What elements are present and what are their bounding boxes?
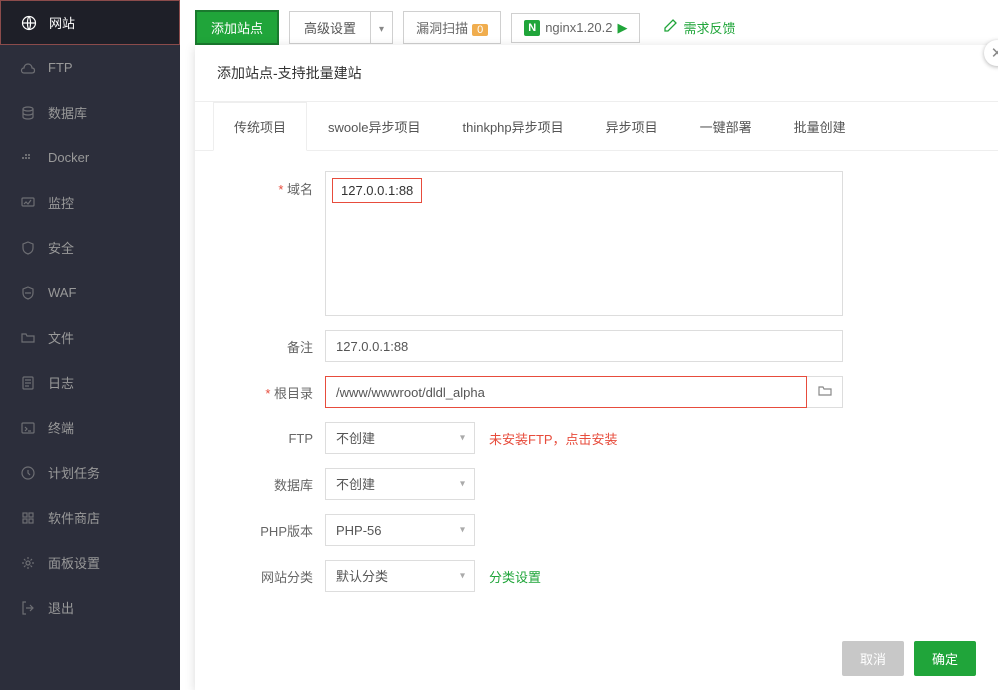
database-icon: [20, 105, 36, 121]
nginx-icon: N: [524, 20, 540, 36]
sidebar-item-terminal[interactable]: 终端: [0, 405, 180, 450]
sidebar-item-waf[interactable]: WAF: [0, 270, 180, 315]
add-site-button[interactable]: 添加站点: [195, 10, 279, 45]
tab-deploy[interactable]: 一键部署: [679, 102, 773, 151]
close-icon: ✕: [991, 44, 998, 62]
sidebar-item-label: 终端: [48, 418, 74, 437]
docker-icon: [20, 150, 36, 166]
modal-footer: 取消 确定: [195, 627, 998, 690]
sidebar-item-label: 安全: [48, 238, 74, 257]
chevron-down-icon: ▾: [379, 24, 384, 35]
sidebar-item-logs[interactable]: 日志: [0, 360, 180, 405]
folder-icon: [20, 330, 36, 346]
waf-icon: [20, 285, 36, 301]
ftp-label: FTP: [225, 431, 325, 446]
gear-icon: [20, 555, 36, 571]
sidebar-item-label: Docker: [48, 150, 89, 165]
sidebar-item-label: 退出: [48, 598, 74, 617]
domain-value: 127.0.0.1:88: [332, 178, 422, 203]
form: 域名 127.0.0.1:88 备注 根目录 FTP 不创建▾ 未安装FTP，点…: [195, 151, 998, 626]
sidebar-item-security[interactable]: 安全: [0, 225, 180, 270]
sidebar-item-label: 面板设置: [48, 553, 100, 572]
sidebar: 网站 FTP 数据库 Docker 监控 安全 WAF 文件 日志 终端 计划任…: [0, 0, 180, 690]
sidebar-item-logout[interactable]: 退出: [0, 585, 180, 630]
ftp-select[interactable]: 不创建: [325, 422, 475, 454]
play-icon: ▶: [617, 20, 627, 36]
category-select[interactable]: 默认分类: [325, 560, 475, 592]
category-settings-link[interactable]: 分类设置: [489, 567, 541, 586]
sidebar-item-label: 监控: [48, 193, 74, 212]
sidebar-item-store[interactable]: 软件商店: [0, 495, 180, 540]
root-label: 根目录: [225, 383, 325, 402]
add-site-modal: ✕ 添加站点-支持批量建站 传统项目 swoole异步项目 thinkphp异步…: [195, 45, 998, 690]
nginx-button[interactable]: Nnginx1.20.2▶: [511, 13, 640, 43]
sidebar-item-ftp[interactable]: FTP: [0, 45, 180, 90]
tab-thinkphp[interactable]: thinkphp异步项目: [441, 102, 584, 151]
db-label: 数据库: [225, 475, 325, 494]
sidebar-item-label: FTP: [48, 60, 73, 75]
sidebar-item-label: 日志: [48, 373, 74, 392]
note-input[interactable]: [325, 330, 843, 362]
modal-tabs: 传统项目 swoole异步项目 thinkphp异步项目 异步项目 一键部署 批…: [195, 102, 998, 151]
store-icon: [20, 510, 36, 526]
ftp-warning[interactable]: 未安装FTP，点击安装: [489, 429, 618, 448]
ftp-icon: [20, 60, 36, 76]
modal-title: 添加站点-支持批量建站: [195, 45, 998, 102]
globe-icon: [21, 15, 37, 31]
sidebar-item-settings[interactable]: 面板设置: [0, 540, 180, 585]
clock-icon: [20, 465, 36, 481]
domain-label: 域名: [225, 171, 325, 198]
monitor-icon: [20, 195, 36, 211]
sidebar-item-label: 数据库: [48, 103, 87, 122]
logout-icon: [20, 600, 36, 616]
terminal-icon: [20, 420, 36, 436]
note-label: 备注: [225, 337, 325, 356]
advanced-caret-button[interactable]: ▾: [371, 11, 393, 44]
root-input[interactable]: [325, 376, 807, 408]
edit-icon: [662, 18, 678, 37]
tab-batch[interactable]: 批量创建: [773, 102, 867, 151]
category-label: 网站分类: [225, 567, 325, 586]
sidebar-item-label: 文件: [48, 328, 74, 347]
domain-textarea[interactable]: 127.0.0.1:88: [325, 171, 843, 316]
tab-async[interactable]: 异步项目: [585, 102, 679, 151]
shield-icon: [20, 240, 36, 256]
tab-traditional[interactable]: 传统项目: [213, 102, 307, 151]
sidebar-item-label: 软件商店: [48, 508, 100, 527]
advanced-button[interactable]: 高级设置: [289, 11, 371, 44]
sidebar-item-database[interactable]: 数据库: [0, 90, 180, 135]
php-label: PHP版本: [225, 521, 325, 540]
feedback-link[interactable]: 需求反馈: [662, 18, 735, 37]
sidebar-item-docker[interactable]: Docker: [0, 135, 180, 180]
cancel-button[interactable]: 取消: [842, 641, 904, 676]
folder-icon: [817, 383, 833, 402]
toolbar: 添加站点 高级设置 ▾ 漏洞扫描0 Nnginx1.20.2▶ 需求反馈: [195, 10, 735, 45]
sidebar-item-cron[interactable]: 计划任务: [0, 450, 180, 495]
confirm-button[interactable]: 确定: [914, 641, 976, 676]
sidebar-item-label: 计划任务: [48, 463, 100, 482]
php-select[interactable]: PHP-56: [325, 514, 475, 546]
scan-count-badge: 0: [472, 24, 488, 36]
folder-browse-button[interactable]: [807, 376, 843, 408]
scan-button[interactable]: 漏洞扫描0: [403, 11, 501, 44]
sidebar-item-files[interactable]: 文件: [0, 315, 180, 360]
sidebar-item-label: WAF: [48, 285, 76, 300]
tab-swoole[interactable]: swoole异步项目: [307, 102, 441, 151]
sidebar-item-website[interactable]: 网站: [0, 0, 180, 45]
log-icon: [20, 375, 36, 391]
sidebar-item-label: 网站: [49, 13, 75, 32]
db-select[interactable]: 不创建: [325, 468, 475, 500]
sidebar-item-monitor[interactable]: 监控: [0, 180, 180, 225]
